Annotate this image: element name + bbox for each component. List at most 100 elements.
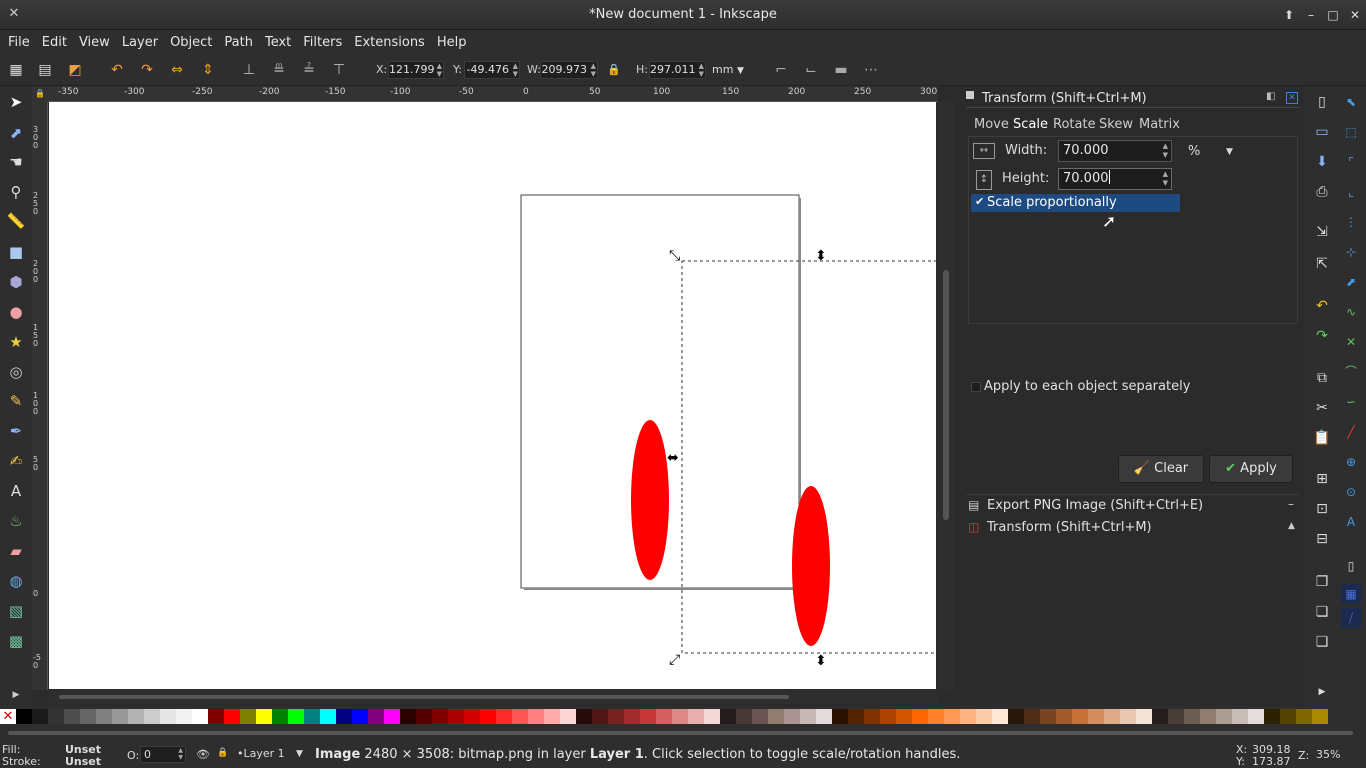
color-swatch[interactable] — [944, 708, 960, 724]
snap-midpoints-icon[interactable]: ╱ — [1341, 422, 1361, 442]
color-swatch[interactable] — [672, 708, 688, 724]
color-swatch[interactable] — [720, 708, 736, 724]
width-spin-icon[interactable]: ▲ ▼ — [1163, 142, 1168, 160]
color-swatch[interactable] — [1296, 708, 1312, 724]
3d-box-tool-icon[interactable]: ⬢ — [5, 271, 27, 293]
color-swatch[interactable] — [448, 708, 464, 724]
color-swatch[interactable] — [624, 708, 640, 724]
menu-extensions[interactable]: Extensions — [348, 35, 431, 50]
palette-scrollbar[interactable] — [0, 726, 1366, 740]
flip-horizontal-icon[interactable]: ⇔ — [166, 60, 188, 80]
toolbox-expand-icon[interactable]: ▶ — [5, 684, 27, 706]
lock-guides-icon[interactable]: 🔒 — [32, 86, 48, 102]
color-swatch[interactable] — [464, 708, 480, 724]
snap-bbox-center-icon[interactable]: ⊹ — [1341, 242, 1361, 262]
color-swatch[interactable] — [1136, 708, 1152, 724]
color-swatch[interactable] — [816, 708, 832, 724]
tab-skew[interactable]: Skew — [1099, 117, 1133, 132]
color-swatch[interactable] — [48, 708, 64, 724]
color-swatch[interactable] — [1200, 708, 1216, 724]
color-swatch[interactable] — [416, 708, 432, 724]
window-keep-above-button[interactable]: ⬆ — [1279, 5, 1299, 25]
rotate-cw-icon[interactable]: ↷ — [136, 60, 158, 80]
color-swatch[interactable] — [144, 708, 160, 724]
color-swatch[interactable] — [1264, 708, 1280, 724]
y-input[interactable]: -49.476 ▲ ▼ — [464, 61, 520, 79]
unlink-clone-icon[interactable]: ❑ — [1312, 632, 1332, 652]
color-swatch[interactable] — [1184, 708, 1200, 724]
color-swatch[interactable] — [128, 708, 144, 724]
snap-bbox-icon[interactable]: ⬚ — [1341, 122, 1361, 142]
unit-select[interactable]: mm ▼ — [708, 61, 752, 79]
select-all-layers-icon[interactable]: ▤ — [34, 60, 56, 80]
color-swatch[interactable] — [176, 708, 192, 724]
menu-help[interactable]: Help — [431, 35, 473, 50]
color-swatch[interactable] — [336, 708, 352, 724]
opacity-spin-icon[interactable]: ▲ ▼ — [178, 747, 183, 761]
color-swatch[interactable] — [1152, 708, 1168, 724]
color-swatch[interactable] — [496, 708, 512, 724]
menu-path[interactable]: Path — [218, 35, 259, 50]
snap-grid-icon[interactable]: ▦ — [1341, 584, 1361, 604]
move-gradients-icon[interactable]: ▬ — [830, 60, 852, 80]
more-options-icon[interactable]: ⋯ — [860, 60, 882, 80]
flip-vertical-icon[interactable]: ⇕ — [197, 60, 219, 80]
tab-scale[interactable]: Scale — [1013, 117, 1048, 132]
snap-cusp-icon[interactable]: ⌒ — [1341, 362, 1361, 382]
color-swatch[interactable] — [544, 708, 560, 724]
horizontal-scrollbar[interactable] — [49, 690, 938, 704]
color-swatch[interactable] — [528, 708, 544, 724]
color-swatch[interactable] — [576, 708, 592, 724]
scale-handle-sw-icon[interactable]: ⤢ — [669, 652, 680, 668]
palette-scroll-thumb[interactable] — [8, 731, 1353, 735]
vertical-ruler[interactable]: 300 250 200 150 100 50 0 -50 — [32, 102, 48, 690]
snap-bbox-midpoints-icon[interactable]: ⋮ — [1341, 212, 1361, 232]
menu-file[interactable]: File — [2, 35, 36, 50]
text-tool-icon[interactable]: A — [5, 480, 27, 502]
vertical-scroll-thumb[interactable] — [943, 270, 949, 520]
color-swatch[interactable] — [352, 708, 368, 724]
color-swatch[interactable] — [1216, 708, 1232, 724]
gradient-tool-icon[interactable]: ▧ — [5, 600, 27, 622]
x-input[interactable]: 121.799 ▲ ▼ — [388, 61, 444, 79]
color-swatch[interactable] — [640, 708, 656, 724]
color-swatch[interactable] — [1248, 708, 1264, 724]
snap-smooth-icon[interactable]: ∽ — [1341, 392, 1361, 412]
scale-handle-n-icon[interactable]: ⬍ — [815, 248, 827, 264]
color-swatch[interactable] — [224, 708, 240, 724]
horizontal-ruler[interactable]: -350 -300 -250 -200 -150 -100 -50 0 50 1… — [32, 86, 938, 102]
color-swatch[interactable] — [208, 708, 224, 724]
layer-select[interactable]: •Layer 1 ▼ — [234, 745, 310, 763]
scale-handle-s-icon[interactable]: ⬍ — [815, 653, 827, 669]
color-swatch[interactable] — [240, 708, 256, 724]
color-swatch[interactable] — [368, 708, 384, 724]
import-icon[interactable]: ⇲ — [1312, 222, 1332, 242]
print-icon[interactable]: ⎙ — [1312, 182, 1332, 202]
color-swatch[interactable] — [80, 708, 96, 724]
tab-move[interactable]: Move — [974, 117, 1009, 132]
color-swatch[interactable] — [272, 708, 288, 724]
color-swatch[interactable] — [880, 708, 896, 724]
deselect-icon[interactable]: ◩ — [64, 60, 86, 80]
zoom-selection-icon[interactable]: ⊞ — [1312, 469, 1332, 489]
color-swatch[interactable] — [1024, 708, 1040, 724]
raise-to-top-icon[interactable]: ⊥ — [238, 60, 260, 80]
color-swatch[interactable] — [512, 708, 528, 724]
color-swatch[interactable] — [736, 708, 752, 724]
color-swatch[interactable] — [912, 708, 928, 724]
snap-nodes-icon[interactable]: ⬈ — [1341, 272, 1361, 292]
window-minimize-button[interactable]: – — [1301, 5, 1321, 25]
measure-tool-icon[interactable]: 📏 — [5, 210, 27, 232]
color-swatch[interactable] — [1056, 708, 1072, 724]
apply-separately-checkbox[interactable]: Apply to each object separately — [971, 378, 1271, 396]
color-swatch[interactable] — [752, 708, 768, 724]
snap-page-border-icon[interactable]: ▯ — [1341, 556, 1361, 576]
color-swatch[interactable] — [1040, 708, 1056, 724]
height-input[interactable]: 70.000 ▲ ▼ — [1058, 168, 1172, 190]
tab-rotate[interactable]: Rotate — [1053, 117, 1096, 132]
duplicate-icon[interactable]: ❐ — [1312, 572, 1332, 592]
toggle-visibility-icon[interactable]: 👁 — [196, 748, 210, 761]
zoom-tool-icon[interactable]: ⚲ — [5, 181, 27, 203]
zoom-drawing-icon[interactable]: ⊡ — [1312, 499, 1332, 519]
color-swatch[interactable] — [784, 708, 800, 724]
